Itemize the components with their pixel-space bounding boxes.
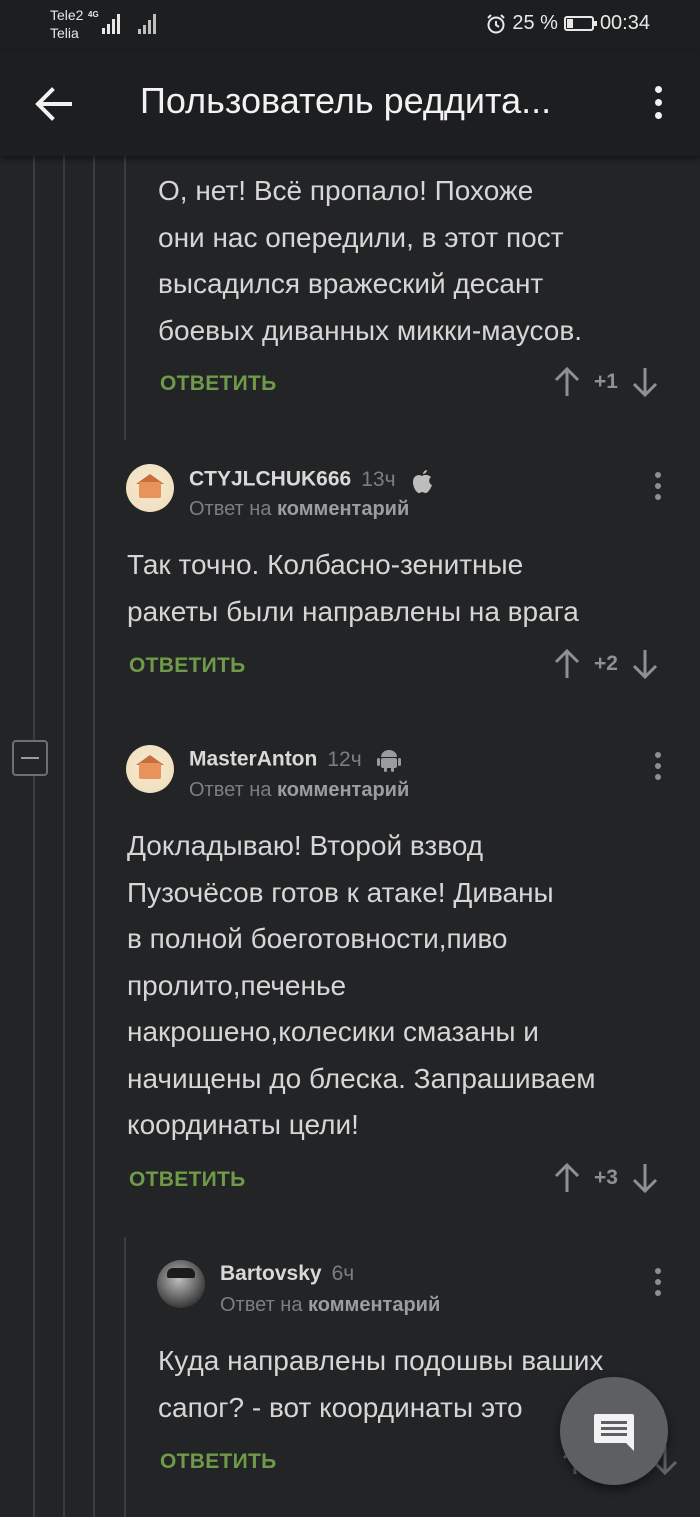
thread-line: [63, 156, 65, 1517]
reply-button[interactable]: ОТВЕТИТЬ: [160, 372, 277, 396]
comment-icon: [594, 1414, 634, 1451]
reply-to: Ответ на комментарий: [220, 1294, 441, 1316]
reply-target-link[interactable]: комментарий: [277, 498, 409, 520]
network-type: 4G: [88, 10, 99, 19]
comment-menu-icon[interactable]: [654, 752, 662, 786]
comment-text: Так точно. Колбасно-зенитные ракеты были…: [127, 549, 579, 627]
thread-line: [124, 1237, 126, 1517]
avatar[interactable]: [157, 1260, 205, 1308]
thread-line: [33, 776, 35, 1517]
downvote-icon[interactable]: [632, 648, 658, 680]
carrier-2: Telia: [50, 25, 79, 41]
reply-button[interactable]: ОТВЕТИТЬ: [129, 1168, 246, 1192]
battery-icon: [563, 16, 597, 31]
comment-age: 13ч: [361, 467, 396, 491]
avatar[interactable]: [126, 745, 174, 793]
downvote-icon[interactable]: [632, 366, 658, 398]
vote-controls: +2: [554, 648, 658, 680]
username-row: CTYJLCHUK666 13ч: [189, 466, 435, 494]
status-bar: Tele2 Telia 4G 25 % 00:34: [0, 0, 700, 52]
app-bar: Пользователь реддита...: [0, 52, 700, 156]
username[interactable]: MasterAnton: [189, 748, 317, 771]
reply-button[interactable]: ОТВЕТИТЬ: [160, 1450, 277, 1474]
reply-button[interactable]: ОТВЕТИТЬ: [129, 654, 246, 678]
username-row: MasterAnton 12ч: [189, 747, 402, 773]
alarm-icon: [487, 13, 506, 33]
apple-icon: [413, 470, 433, 493]
upvote-icon[interactable]: [554, 648, 580, 680]
upvote-icon[interactable]: [554, 366, 580, 398]
reply-to: Ответ на комментарий: [189, 779, 410, 801]
signal-icon: [102, 12, 124, 34]
thread-line: [33, 156, 35, 740]
thread-line: [124, 156, 126, 440]
avatar[interactable]: [126, 464, 174, 512]
back-arrow-icon[interactable]: [34, 86, 74, 122]
page-title: Пользователь реддита...: [140, 80, 552, 121]
username[interactable]: Bartovsky: [220, 1262, 322, 1285]
score: +1: [594, 370, 618, 393]
clock: 00:34: [599, 12, 650, 34]
signal-icon-2: [138, 12, 160, 34]
battery-percent: 25 %: [512, 12, 558, 34]
more-options-icon[interactable]: [650, 86, 666, 124]
comment-age: 12ч: [327, 747, 362, 771]
reply-target-link[interactable]: комментарий: [277, 779, 409, 801]
collapse-thread-button[interactable]: [12, 740, 48, 776]
carrier-1: Tele2: [50, 7, 84, 23]
comment-menu-icon[interactable]: [654, 472, 662, 506]
score: +3: [594, 1166, 618, 1189]
username-row: Bartovsky 6ч: [220, 1262, 354, 1286]
android-icon: [376, 750, 401, 772]
upvote-icon[interactable]: [554, 1162, 580, 1194]
username[interactable]: CTYJLCHUK666: [189, 468, 351, 491]
comment-age: 6ч: [331, 1262, 355, 1285]
reply-to: Ответ на комментарий: [189, 498, 410, 520]
carrier-labels: Tele2 Telia: [50, 6, 83, 42]
comment-text: О, нет! Всё пропало! Похоже они нас опер…: [158, 175, 582, 346]
score: +2: [594, 652, 618, 675]
comment-menu-icon[interactable]: [654, 1268, 662, 1302]
thread-line: [93, 156, 95, 1517]
comment-text: Докладываю! Второй взвод Пузочёсов готов…: [127, 830, 596, 1140]
comment-text: Куда направлены подошвы ваших сапог? - в…: [158, 1345, 604, 1423]
vote-controls: +1: [554, 366, 658, 398]
write-comment-button[interactable]: [560, 1377, 668, 1485]
downvote-icon[interactable]: [632, 1162, 658, 1194]
reply-target-link[interactable]: комментарий: [308, 1294, 440, 1316]
vote-controls: +3: [554, 1162, 658, 1194]
status-right: 25 % 00:34: [486, 12, 650, 35]
